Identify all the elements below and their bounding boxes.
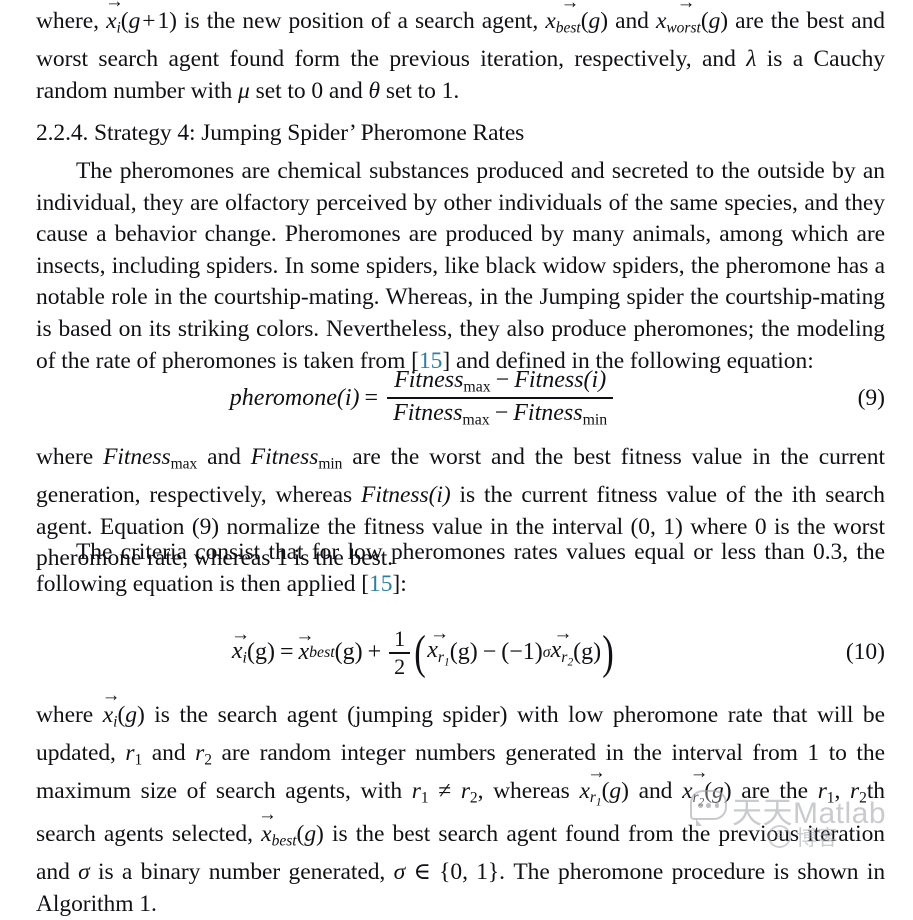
vector-x-worst: → xworst	[656, 0, 701, 44]
eq9-denominator: Fitnessmax − Fitnessmin	[393, 400, 608, 429]
symbol-theta: θ	[368, 77, 381, 104]
arrow-icon: →	[230, 623, 250, 645]
eq9-numerator: Fitnessmax − Fitness(i)	[394, 367, 607, 396]
paragraph-variables-explanation: where → xi(g) is the search agent (jumpin…	[36, 684, 886, 917]
paragraph-pheromones-intro: The pheromones are chemical substances p…	[36, 156, 885, 377]
eq10-vector-x-r1: → xr1	[427, 622, 450, 669]
arrow-icon: →	[295, 624, 314, 646]
eq9-lhs: pheromone(i)	[229, 384, 360, 411]
section-heading: 2.2.4. Strategy 4: Jumping Spider’ Phero…	[36, 120, 525, 146]
arrow-icon: →	[689, 762, 709, 784]
arrow-icon: →	[560, 0, 580, 14]
vector-x-r2: → xr2	[682, 762, 708, 809]
arrow-icon: →	[101, 684, 121, 706]
p1-after-mu: set to 0 and	[249, 77, 369, 104]
p2-before-cite: The pheromones are chemical substances p…	[36, 158, 885, 374]
vector-x-i: → xi	[105, 0, 124, 44]
p1-after-theta: set to 1.	[380, 77, 460, 104]
vector-x-best: → x	[258, 804, 277, 848]
eq10-vector-x-best: → x	[295, 624, 314, 666]
arrow-icon: →	[105, 0, 124, 12]
p1-lead: where,	[36, 8, 107, 34]
equation-10: → xi (g) = → x best (g) + 1 2 ( → xr1 (g) − (−1…	[230, 622, 885, 680]
equation-9-number: (9)	[857, 384, 885, 411]
eq10-fraction-half: 1 2	[389, 626, 411, 680]
equation-10-number: (10)	[845, 639, 885, 666]
vector-x-best: → xbest	[545, 0, 580, 44]
eq9-equals: =	[364, 384, 379, 411]
arrow-icon: →	[587, 762, 606, 784]
p4-before-cite: The criteria consist that for low pherom…	[36, 539, 885, 597]
arrow-icon: →	[429, 622, 449, 644]
paren-close: )	[602, 625, 614, 679]
paragraph-criteria: The criteria consist that for low pherom…	[36, 537, 885, 600]
p1-after-xi: is the new position of a search agent,	[176, 8, 546, 34]
paren-open: (	[414, 625, 426, 679]
vector-x-r1: → xr1	[579, 762, 605, 809]
arrow-icon: →	[553, 622, 572, 644]
eq10-vector-x-r2: → xr2	[550, 622, 574, 669]
vector-x-i: → xi	[101, 684, 121, 731]
paragraph-where-xi: where, → xi(g+1) is the new position of a…	[36, 0, 885, 107]
document-page: where, → xi(g+1) is the new position of a…	[0, 0, 913, 917]
p3-lead: where	[36, 444, 104, 470]
eq9-fraction: Fitnessmax − Fitness(i) Fitnessmax − Fitness…	[387, 366, 614, 430]
arrow-icon: →	[676, 0, 696, 14]
symbol-lambda: λ	[746, 45, 757, 72]
symbol-mu: μ	[238, 77, 250, 104]
citation-15[interactable]: 15	[369, 571, 392, 597]
eq10-vector-x-i: → xi	[230, 623, 250, 667]
equation-9: pheromone(i) = Fitnessmax − Fitness(i) Fit…	[36, 366, 885, 430]
p1-and: and	[607, 8, 656, 34]
arrow-icon: →	[258, 804, 277, 826]
p4-after-cite: ]:	[392, 570, 407, 597]
